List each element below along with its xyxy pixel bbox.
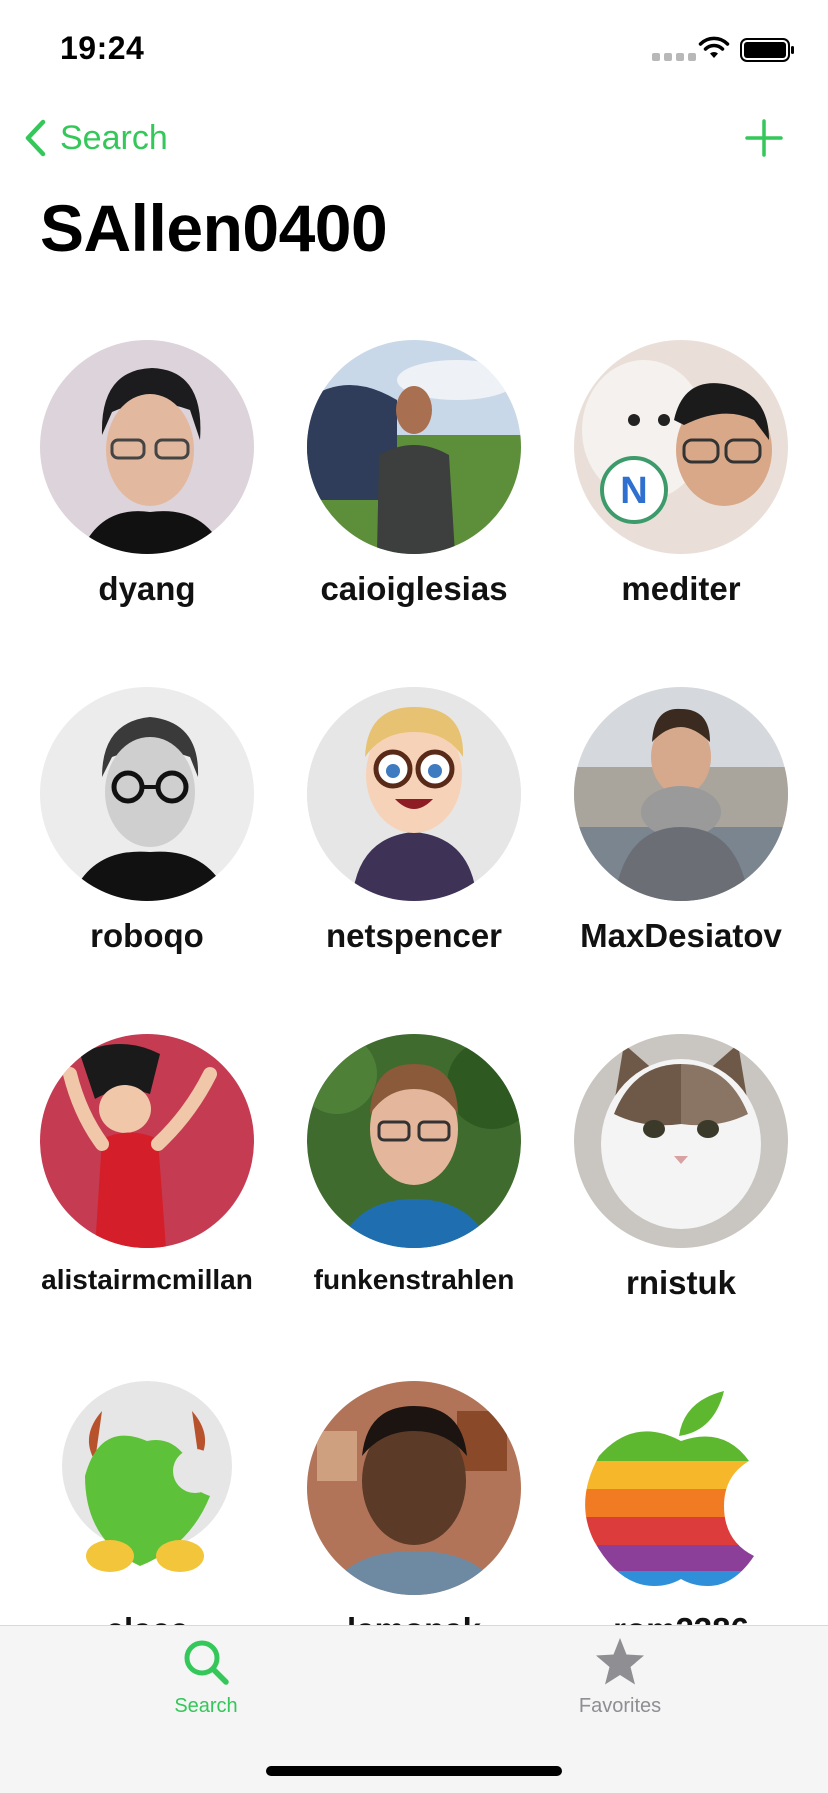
user-item-netspencer[interactable]: netspencer bbox=[281, 687, 547, 955]
username: MaxDesiatov bbox=[580, 917, 782, 954]
status-bar: 19:24 bbox=[0, 0, 828, 100]
username: rom2386 bbox=[548, 1611, 814, 1625]
avatar bbox=[574, 1381, 788, 1595]
username: roboqo bbox=[90, 917, 204, 954]
search-icon bbox=[184, 1640, 229, 1685]
user-item-lamonak[interactable]: lamonak bbox=[281, 1381, 547, 1625]
avatar bbox=[40, 340, 254, 554]
user-item-caioiglesias[interactable]: caioiglesias bbox=[281, 340, 547, 608]
avatar bbox=[307, 687, 521, 901]
cellular-signal-icon bbox=[652, 53, 696, 61]
home-indicator bbox=[266, 1766, 562, 1776]
tab-favorites-label: Favorites bbox=[578, 1695, 662, 1717]
page-title: SAllen0400 bbox=[40, 191, 388, 265]
username: rnistuk bbox=[625, 1264, 737, 1301]
username: dyang bbox=[98, 570, 196, 607]
avatar bbox=[40, 1381, 254, 1595]
avatar bbox=[307, 1381, 521, 1595]
avatar bbox=[574, 687, 788, 901]
user-item-rnistuk[interactable]: rnistuk bbox=[548, 1034, 814, 1302]
avatar bbox=[40, 1034, 254, 1248]
username: clacc bbox=[14, 1611, 280, 1625]
avatar bbox=[40, 687, 254, 901]
tab-favorites[interactable]: Favorites bbox=[520, 1636, 720, 1718]
user-item-dyang[interactable]: dyang bbox=[14, 340, 280, 608]
user-item-rom2386[interactable]: rom2386 bbox=[548, 1381, 814, 1625]
back-button[interactable]: Search bbox=[22, 118, 168, 158]
user-item-MaxDesiatov[interactable]: MaxDesiatov bbox=[548, 687, 814, 955]
avatar: N bbox=[574, 340, 788, 554]
username: funkenstrahlen bbox=[313, 1264, 515, 1295]
svg-text:N: N bbox=[620, 470, 647, 512]
username: caioiglesias bbox=[320, 570, 508, 607]
battery-icon bbox=[740, 38, 794, 62]
plus-icon[interactable] bbox=[744, 118, 784, 158]
chevron-left-icon bbox=[25, 119, 46, 157]
username: mediter bbox=[621, 570, 741, 607]
username: lamonak bbox=[281, 1611, 547, 1625]
avatar bbox=[574, 1034, 788, 1248]
user-item-roboqo[interactable]: roboqo bbox=[14, 687, 280, 955]
user-item-alistairmcmillan[interactable]: alistairmcmillan bbox=[14, 1034, 280, 1296]
user-item-clacc[interactable]: clacc bbox=[14, 1381, 280, 1625]
wifi-icon bbox=[698, 36, 730, 58]
status-time: 19:24 bbox=[60, 30, 145, 66]
username: netspencer bbox=[325, 917, 503, 954]
username: alistairmcmillan bbox=[41, 1264, 253, 1295]
avatar bbox=[307, 1034, 521, 1248]
back-button-label: Search bbox=[60, 118, 168, 157]
user-item-funkenstrahlen[interactable]: funkenstrahlen bbox=[281, 1034, 547, 1296]
tab-search-label: Search bbox=[174, 1695, 238, 1717]
avatar bbox=[307, 340, 521, 554]
star-icon bbox=[596, 1638, 644, 1685]
tab-search[interactable]: Search bbox=[106, 1636, 306, 1718]
user-item-mediter[interactable]: N mediter bbox=[548, 340, 814, 608]
user-grid: dyang caioiglesias N mediter roboqo nets… bbox=[0, 340, 828, 1625]
